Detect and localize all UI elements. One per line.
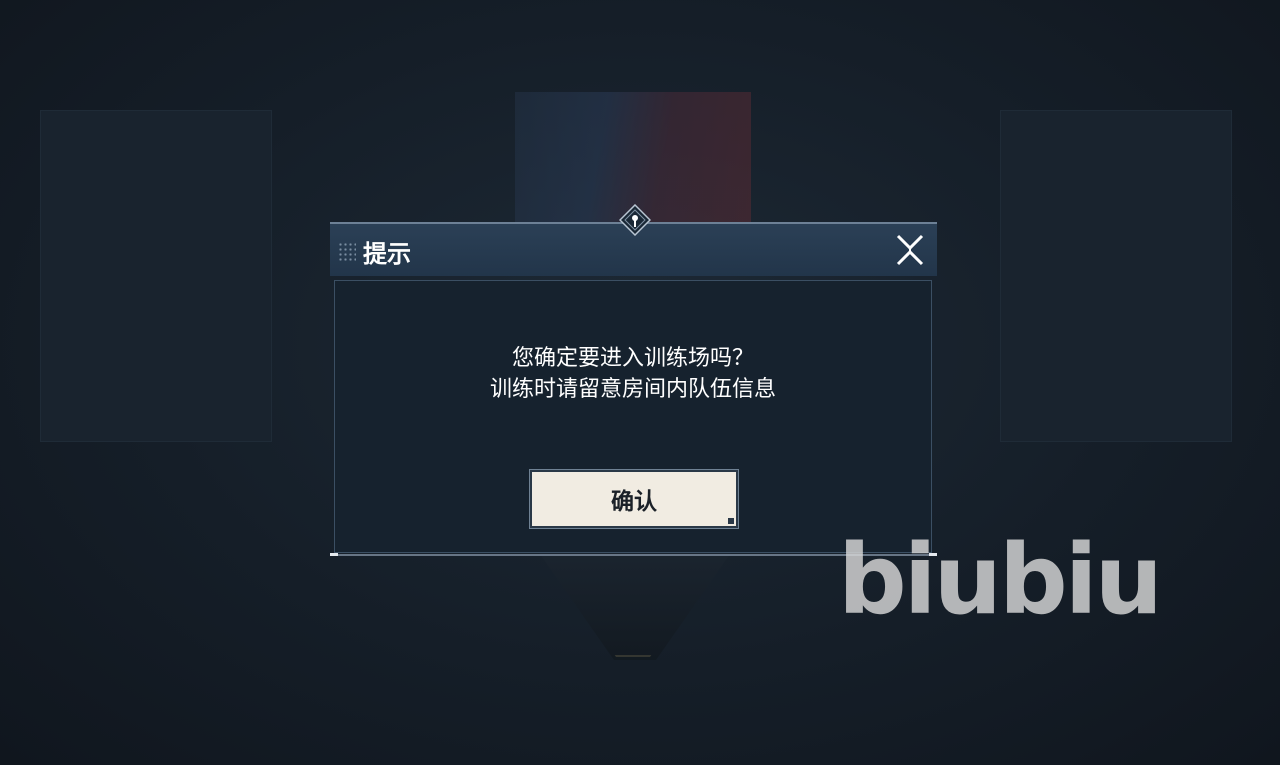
close-icon xyxy=(896,234,924,266)
confirm-button[interactable]: 确认 xyxy=(529,469,739,529)
footer-cap-left xyxy=(330,553,338,556)
prompt-dialog: 提示 您确定要进入训练场吗？ 训练时请留意房间内队伍信息 确认 xyxy=(330,204,937,556)
dialog-message: 您确定要进入训练场吗？ 训练时请留意房间内队伍信息 xyxy=(335,343,931,405)
diamond-ornament-icon xyxy=(619,204,651,236)
message-line-2: 训练时请留意房间内队伍信息 xyxy=(489,377,776,402)
dialog-title: 提示 xyxy=(363,240,411,268)
button-corner-notch xyxy=(728,518,734,524)
watermark-logo: biubiu xyxy=(838,524,1163,636)
drag-grip-icon xyxy=(338,242,356,262)
background-panel-left xyxy=(40,110,272,442)
background-panel-right xyxy=(1000,110,1232,442)
close-button[interactable] xyxy=(892,232,928,268)
dialog-body: 您确定要进入训练场吗？ 训练时请留意房间内队伍信息 确认 xyxy=(334,280,932,553)
confirm-button-label: 确认 xyxy=(611,489,657,515)
message-line-1: 您确定要进入训练场吗？ xyxy=(511,346,754,371)
